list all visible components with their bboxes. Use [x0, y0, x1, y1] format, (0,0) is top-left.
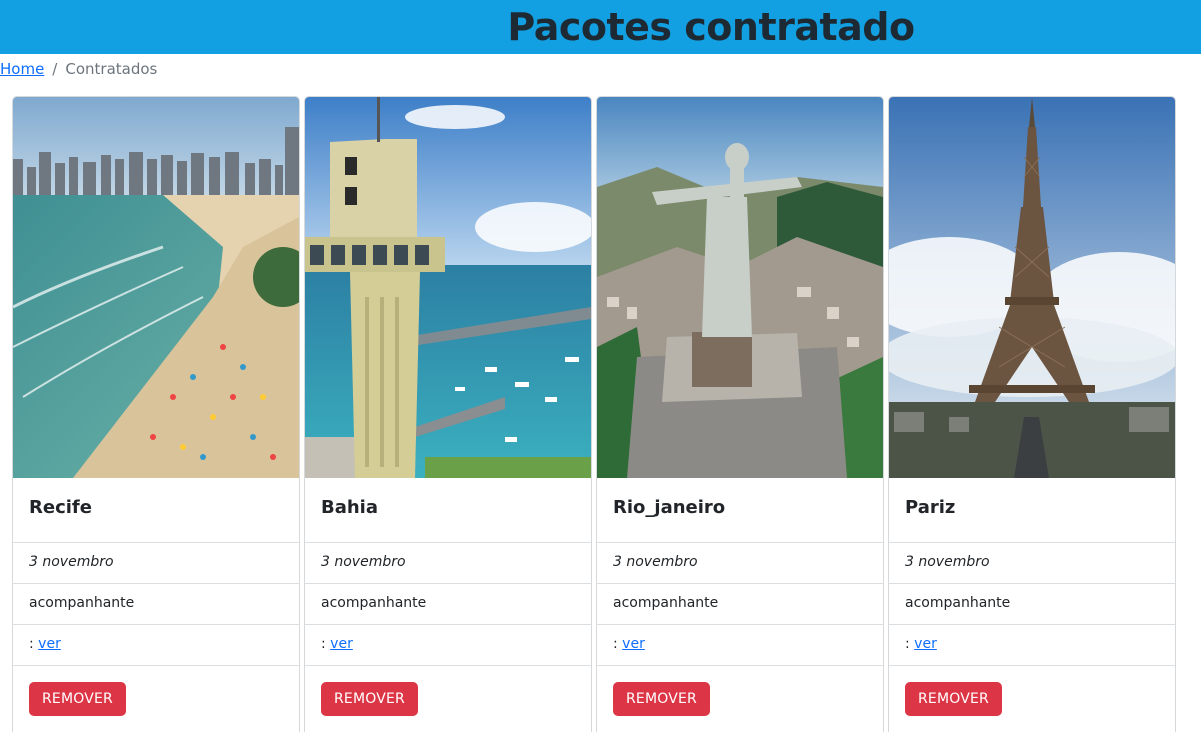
card-companion: acompanhante: [597, 584, 883, 625]
card-date: 3 novembro: [597, 543, 883, 584]
package-card-pariz: Pariz 3 novembro acompanhante : ver REMO…: [888, 96, 1176, 732]
card-link-prefix: :: [905, 636, 910, 652]
breadcrumb: Home / Contratados: [0, 59, 157, 79]
card-title-row: Pariz: [889, 478, 1175, 543]
card-link-prefix: :: [321, 636, 326, 652]
package-card-bahia: Bahia 3 novembro acompanhante : ver REMO…: [304, 96, 592, 732]
breadcrumb-separator: /: [52, 60, 58, 78]
card-view-link[interactable]: ver: [330, 636, 353, 652]
card-view-link[interactable]: ver: [622, 636, 645, 652]
cristo-redentor-photo: [597, 97, 883, 478]
card-link-row: : ver: [305, 625, 591, 666]
remove-button[interactable]: REMOVER: [321, 682, 418, 716]
card-title-row: Recife: [13, 478, 299, 543]
card-link-prefix: :: [29, 636, 34, 652]
card-companion: acompanhante: [13, 584, 299, 625]
recife-beach-photo: [13, 97, 299, 478]
elevador-lacerda-photo: [305, 97, 591, 478]
card-actions: REMOVER: [597, 666, 883, 732]
card-date: 3 novembro: [13, 543, 299, 584]
card-date: 3 novembro: [305, 543, 591, 584]
card-title: Recife: [29, 497, 92, 518]
remove-button[interactable]: REMOVER: [905, 682, 1002, 716]
card-actions: REMOVER: [889, 666, 1175, 732]
card-view-link[interactable]: ver: [914, 636, 937, 652]
page-header: Pacotes contratado: [0, 0, 1201, 54]
breadcrumb-home-link[interactable]: Home: [0, 60, 44, 78]
eiffel-tower-photo: [889, 97, 1175, 478]
card-title: Pariz: [905, 497, 956, 518]
card-companion: acompanhante: [305, 584, 591, 625]
card-title-row: Rio_janeiro: [597, 478, 883, 543]
card-companion: acompanhante: [889, 584, 1175, 625]
card-title: Rio_janeiro: [613, 497, 726, 518]
remove-button[interactable]: REMOVER: [613, 682, 710, 716]
package-card-rio-janeiro: Rio_janeiro 3 novembro acompanhante : ve…: [596, 96, 884, 732]
package-card-recife: Recife 3 novembro acompanhante : ver REM…: [12, 96, 300, 732]
card-view-link[interactable]: ver: [38, 636, 61, 652]
card-link-row: : ver: [597, 625, 883, 666]
card-title: Bahia: [321, 497, 378, 518]
card-date: 3 novembro: [889, 543, 1175, 584]
page-title: Pacotes contratado: [507, 5, 915, 49]
card-link-row: : ver: [13, 625, 299, 666]
remove-button[interactable]: REMOVER: [29, 682, 126, 716]
card-actions: REMOVER: [13, 666, 299, 732]
card-link-row: : ver: [889, 625, 1175, 666]
breadcrumb-current: Contratados: [65, 60, 158, 78]
card-link-prefix: :: [613, 636, 618, 652]
card-actions: REMOVER: [305, 666, 591, 732]
card-title-row: Bahia: [305, 478, 591, 543]
